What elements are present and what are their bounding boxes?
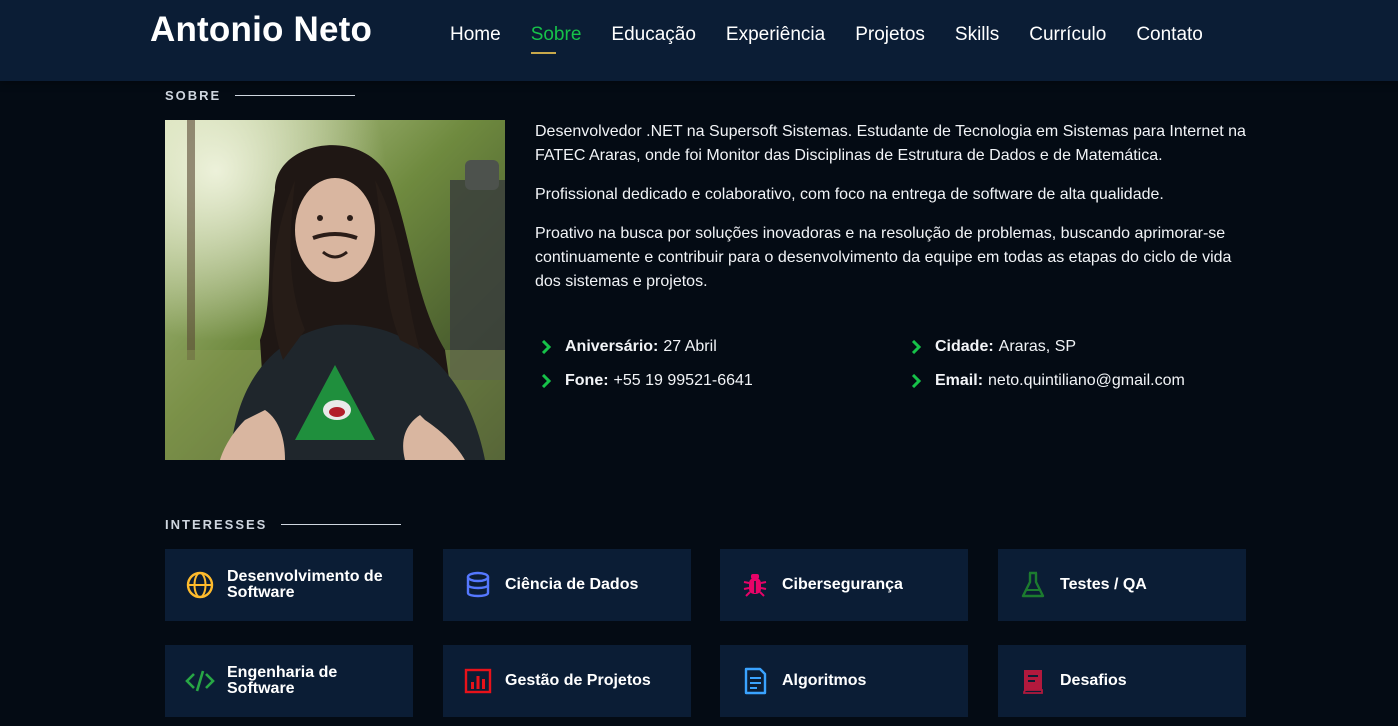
chevron-right-icon [911, 374, 922, 388]
interest-title: Desenvolvimento de Software [227, 568, 383, 601]
chevron-right-icon [541, 374, 552, 388]
detail-value[interactable]: neto.quintiliano@gmail.com [988, 369, 1185, 393]
detail-email: Email: neto.quintiliano@gmail.com [905, 369, 1247, 393]
section-divider [281, 524, 402, 525]
nav-contato[interactable]: Contato [1136, 0, 1203, 70]
detail-value: Araras, SP [998, 338, 1077, 355]
about-section-label: SOBRE [165, 88, 222, 103]
chevron-right-icon [541, 340, 552, 354]
flask-icon [1021, 571, 1045, 598]
profile-photo-image [165, 120, 505, 460]
interest-title: Testes / QA [1060, 576, 1147, 593]
site-logo[interactable]: Antonio Neto [150, 10, 372, 50]
nav-home[interactable]: Home [450, 0, 501, 70]
interest-title: Cibersegurança [782, 576, 903, 593]
profile-photo [165, 120, 505, 460]
nav-sobre[interactable]: Sobre [530, 0, 581, 70]
interest-card[interactable]: Algoritmos [720, 645, 968, 717]
section-divider [235, 95, 356, 96]
interests-section-label: INTERESSES [165, 517, 268, 532]
site-header: Antonio Neto Home Sobre Educação Experiê… [0, 0, 1398, 81]
about-paragraph: Proativo na busca por soluções inovadora… [535, 225, 1232, 290]
database-icon [466, 571, 490, 598]
main-nav: Home Sobre Educação Experiência Projetos… [450, 0, 1233, 70]
interest-title: Engenharia de Software [227, 664, 338, 697]
about-paragraph: Desenvolvedor .NET na Supersoft Sistemas… [535, 123, 1246, 164]
code-icon [185, 670, 215, 692]
bug-icon [743, 574, 767, 597]
bar-chart-icon [464, 668, 492, 694]
detail-label: Email: [935, 372, 984, 389]
interest-card[interactable]: Cibersegurança [720, 549, 968, 621]
chevron-right-icon [911, 340, 922, 354]
interest-title: Algoritmos [782, 672, 867, 689]
nav-experiencia[interactable]: Experiência [726, 0, 825, 70]
about-section-title: SOBRE [165, 88, 356, 103]
detail-value: 27 Abril [663, 338, 717, 355]
nav-educacao[interactable]: Educação [611, 0, 696, 70]
about-description: Desenvolvedor .NET na Supersoft Sistemas… [535, 120, 1247, 309]
interest-card[interactable]: Desenvolvimento de Software [165, 549, 413, 621]
interest-card[interactable]: Engenharia de Software [165, 645, 413, 717]
interest-title: Ciência de Dados [505, 576, 639, 593]
nav-projetos[interactable]: Projetos [855, 0, 925, 70]
personal-details: Aniversário: 27 Abril Cidade: Araras, SP… [535, 335, 1247, 393]
globe-icon [186, 571, 214, 599]
detail-birthday: Aniversário: 27 Abril [535, 335, 905, 359]
document-icon [744, 667, 767, 695]
detail-label: Fone: [565, 372, 609, 389]
about-paragraph: Profissional dedicado e colaborativo, co… [535, 186, 1164, 203]
detail-label: Aniversário: [565, 338, 659, 355]
detail-city: Cidade: Araras, SP [905, 335, 1247, 359]
interest-title: Gestão de Projetos [505, 672, 651, 689]
interests-section-title: INTERESSES [165, 517, 402, 532]
interest-card[interactable]: Ciência de Dados [443, 549, 691, 621]
detail-phone: Fone: +55 19 99521-6641 [535, 369, 905, 393]
book-icon [1023, 670, 1043, 694]
nav-skills[interactable]: Skills [955, 0, 999, 70]
interest-card[interactable]: Desafios [998, 645, 1246, 717]
detail-label: Cidade: [935, 338, 994, 355]
interest-card[interactable]: Testes / QA [998, 549, 1246, 621]
interest-card[interactable]: Gestão de Projetos [443, 645, 691, 717]
interest-title: Desafios [1060, 672, 1127, 689]
detail-value[interactable]: +55 19 99521-6641 [614, 369, 753, 393]
nav-curriculo[interactable]: Currículo [1029, 0, 1106, 70]
